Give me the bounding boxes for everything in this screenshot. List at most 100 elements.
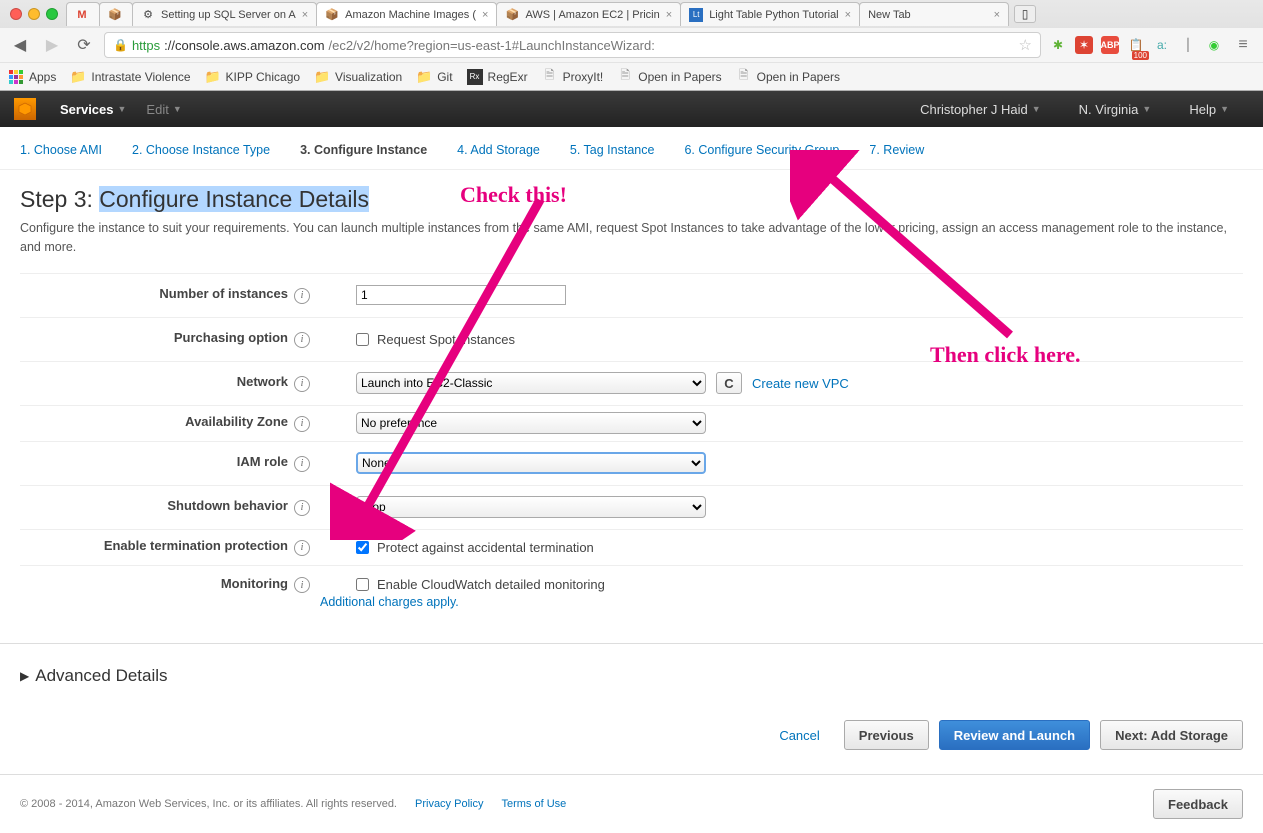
info-icon[interactable]: i	[294, 500, 310, 516]
close-window-icon[interactable]	[10, 8, 22, 20]
close-icon[interactable]: ×	[482, 9, 488, 21]
tab-sqlserver[interactable]: ⚙Setting up SQL Server on A×	[132, 2, 317, 26]
bookmark-folder[interactable]: 📁Visualization	[314, 69, 402, 85]
close-icon[interactable]: ×	[994, 9, 1000, 21]
ext-pipe-icon[interactable]: ⎮	[1179, 36, 1197, 54]
aws-logo-icon[interactable]	[14, 98, 36, 120]
triangle-right-icon: ▶	[20, 669, 29, 683]
bookmark-star-icon[interactable]: ☆	[1019, 36, 1032, 54]
folder-icon: 📁	[70, 69, 86, 85]
termination-checkbox[interactable]	[356, 541, 369, 554]
tab-lighttable[interactable]: LtLight Table Python Tutorial×	[680, 2, 860, 26]
purchasing-label: Purchasing option	[174, 330, 288, 345]
ext-icon[interactable]: ✶	[1075, 36, 1093, 54]
spot-checkbox-label[interactable]: Request Spot Instances	[356, 332, 515, 347]
zoom-window-icon[interactable]	[46, 8, 58, 20]
tab-newtab[interactable]: New Tab×	[859, 2, 1009, 26]
info-icon[interactable]: i	[294, 577, 310, 593]
minimize-window-icon[interactable]	[28, 8, 40, 20]
info-icon[interactable]: i	[294, 288, 310, 304]
close-icon[interactable]: ×	[666, 9, 672, 21]
info-icon[interactable]: i	[294, 540, 310, 556]
step-configure-instance[interactable]: 3. Configure Instance	[300, 143, 427, 157]
new-tab-button[interactable]: ▯	[1014, 5, 1036, 23]
privacy-link[interactable]: Privacy Policy	[415, 798, 483, 810]
step-tag-instance[interactable]: 5. Tag Instance	[570, 143, 655, 157]
address-bar[interactable]: 🔒 https://console.aws.amazon.com/ec2/v2/…	[104, 32, 1041, 58]
ext-green-icon[interactable]: ◉	[1205, 36, 1223, 54]
refresh-button[interactable]: C	[716, 372, 742, 394]
tab-label: AWS | Amazon EC2 | Pricin	[525, 9, 659, 21]
bookmark-folder[interactable]: 📁 Intrastate Violence	[70, 69, 190, 85]
browser-chrome: M 📦 ⚙Setting up SQL Server on A× 📦Amazon…	[0, 0, 1263, 91]
az-select[interactable]: No preference	[356, 412, 706, 434]
adblock-icon[interactable]: ABP	[1101, 36, 1119, 54]
close-icon[interactable]: ×	[845, 9, 851, 21]
close-icon[interactable]: ×	[302, 9, 308, 21]
tab-gmail[interactable]: M	[66, 2, 100, 26]
additional-charges-link[interactable]: Additional charges apply.	[320, 595, 1243, 609]
terms-link[interactable]: Terms of Use	[501, 798, 566, 810]
edit-menu[interactable]: Edit▼	[146, 102, 181, 117]
services-menu[interactable]: Services▼	[60, 102, 126, 117]
calendar-icon[interactable]: 📋	[1127, 36, 1145, 54]
spot-checkbox[interactable]	[356, 333, 369, 346]
bookmark-label: Open in Papers	[757, 70, 840, 84]
window-controls[interactable]	[6, 8, 66, 20]
reload-button[interactable]: ⟳	[72, 33, 96, 57]
bookmark-folder[interactable]: 📁 Git	[416, 69, 452, 85]
info-icon[interactable]: i	[294, 456, 310, 472]
box-icon: 📦	[505, 8, 519, 22]
step-review[interactable]: 7. Review	[869, 143, 924, 157]
network-select[interactable]: Launch into EC2-Classic	[356, 372, 706, 394]
monitoring-text: Enable CloudWatch detailed monitoring	[377, 577, 605, 592]
chrome-menu-icon[interactable]: ≡	[1231, 36, 1255, 54]
back-button[interactable]: ◀	[8, 33, 32, 57]
info-icon[interactable]: i	[294, 376, 310, 392]
forward-button[interactable]: ▶	[40, 33, 64, 57]
folder-icon: 📁	[416, 69, 432, 85]
num-instances-label: Number of instances	[159, 286, 288, 301]
ext-a-icon[interactable]: a:	[1153, 36, 1171, 54]
tab-ami[interactable]: 📦Amazon Machine Images (×	[316, 2, 497, 26]
previous-button[interactable]: Previous	[844, 720, 929, 750]
user-menu[interactable]: Christopher J Haid▼	[920, 102, 1041, 117]
create-vpc-link[interactable]: Create new VPC	[752, 376, 849, 391]
step-instance-type[interactable]: 2. Choose Instance Type	[132, 143, 270, 157]
bookmark-label: Intrastate Violence	[91, 70, 190, 84]
bookmark-proxyit[interactable]: 🗎ProxyIt!	[542, 69, 604, 85]
tab-label: Amazon Machine Images (	[345, 9, 476, 21]
services-label: Services	[60, 102, 114, 117]
cancel-button[interactable]: Cancel	[765, 720, 833, 750]
step-choose-ami[interactable]: 1. Choose AMI	[20, 143, 102, 157]
bookmark-label: Git	[437, 70, 452, 84]
step-security-group[interactable]: 6. Configure Security Group	[684, 143, 839, 157]
bookmark-label: Open in Papers	[638, 70, 721, 84]
bookmark-folder[interactable]: 📁KIPP Chicago	[205, 69, 301, 85]
aws-top-nav: Services▼ Edit▼ Christopher J Haid▼ N. V…	[0, 91, 1263, 127]
info-icon[interactable]: i	[294, 332, 310, 348]
termination-checkbox-label[interactable]: Protect against accidental termination	[356, 540, 594, 555]
region-menu[interactable]: N. Virginia▼	[1079, 102, 1152, 117]
tab-pricing[interactable]: 📦 AWS | Amazon EC2 | Pricin ×	[496, 2, 681, 26]
bookmark-regexr[interactable]: RxRegExr	[467, 69, 528, 85]
iam-select[interactable]: None	[356, 452, 706, 474]
monitoring-checkbox-label[interactable]: Enable CloudWatch detailed monitoring	[356, 577, 605, 592]
evernote-icon[interactable]: ✱	[1049, 36, 1067, 54]
bookmark-papers2[interactable]: 🗎Open in Papers	[736, 69, 840, 85]
bookmark-papers[interactable]: 🗎Open in Papers	[617, 69, 721, 85]
info-icon[interactable]: i	[294, 416, 310, 432]
help-menu[interactable]: Help▼	[1189, 102, 1229, 117]
feedback-button[interactable]: Feedback	[1153, 789, 1243, 819]
next-button[interactable]: Next: Add Storage	[1100, 720, 1243, 750]
tab-aws-pin[interactable]: 📦	[99, 2, 133, 26]
tab-label: Setting up SQL Server on A	[161, 9, 296, 21]
step-add-storage[interactable]: 4. Add Storage	[457, 143, 540, 157]
monitoring-checkbox[interactable]	[356, 578, 369, 591]
az-label: Availability Zone	[185, 414, 288, 429]
advanced-details-toggle[interactable]: ▶Advanced Details	[0, 643, 1263, 708]
num-instances-input[interactable]	[356, 285, 566, 305]
apps-button[interactable]: Apps	[8, 69, 56, 85]
shutdown-select[interactable]: Stop	[356, 496, 706, 518]
review-launch-button[interactable]: Review and Launch	[939, 720, 1090, 750]
